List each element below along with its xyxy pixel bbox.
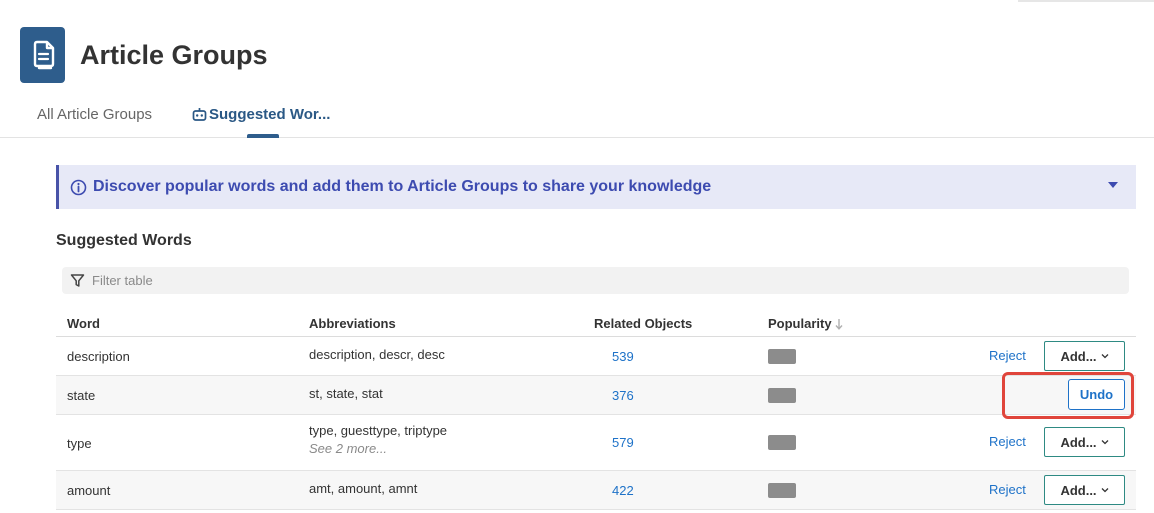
popularity-bar	[768, 388, 796, 403]
undo-button[interactable]: Undo	[1068, 379, 1125, 410]
related-objects-link[interactable]: 422	[612, 483, 634, 498]
column-header-word[interactable]: Word	[67, 316, 100, 331]
abbreviations-cell: st, state, stat	[309, 386, 383, 401]
column-header-related-objects[interactable]: Related Objects	[594, 316, 692, 331]
tab-bar: All Article Groups Suggested Wor...	[0, 96, 1154, 138]
page-title: Article Groups	[80, 39, 268, 70]
chevron-down-icon[interactable]	[1108, 182, 1118, 188]
reject-link[interactable]: Reject	[989, 434, 1026, 449]
tab-suggested-words-label: Suggested Wor...	[209, 106, 331, 123]
add-button[interactable]: Add...	[1044, 427, 1125, 457]
table-row: description description, descr, desc 539…	[56, 337, 1136, 376]
word-cell: state	[67, 388, 96, 403]
add-button[interactable]: Add...	[1044, 341, 1125, 371]
abbreviations-cell: type, guesttype, triptype	[309, 423, 448, 438]
tab-suggested-words[interactable]: Suggested Wor...	[192, 106, 330, 123]
column-header-abbreviations[interactable]: Abbreviations	[309, 316, 396, 331]
top-edge-divider	[1018, 0, 1154, 2]
table-row: type type, guesttype, triptype See 2 mor…	[56, 415, 1136, 471]
abbreviations-cell: amt, amount, amnt	[309, 481, 418, 496]
add-button[interactable]: Add...	[1044, 475, 1125, 505]
table-row: amount amt, amount, amnt 422 Reject Add.…	[56, 471, 1136, 510]
popularity-bar	[768, 349, 796, 364]
info-banner[interactable]: Discover popular words and add them to A…	[56, 165, 1136, 209]
filter-input[interactable]	[92, 273, 492, 288]
tab-all-article-groups[interactable]: All Article Groups	[37, 106, 152, 123]
related-objects-link[interactable]: 579	[612, 435, 634, 450]
popularity-bar	[768, 435, 796, 450]
page-header: Article Groups	[20, 27, 268, 83]
word-cell: amount	[67, 483, 111, 498]
robot-icon	[192, 107, 207, 122]
reject-link[interactable]: Reject	[989, 482, 1026, 497]
word-cell: type	[67, 436, 92, 451]
related-objects-link[interactable]: 376	[612, 388, 634, 403]
filter-icon	[70, 273, 85, 288]
chevron-down-icon	[1101, 439, 1109, 445]
sort-descending-icon[interactable]	[835, 318, 843, 330]
suggested-words-table: Word Abbreviations Related Objects Popul…	[56, 308, 1136, 510]
article-document-icon	[20, 27, 65, 83]
popularity-bar	[768, 483, 796, 498]
abbreviations-cell: description, descr, desc	[309, 347, 445, 362]
column-header-popularity-label: Popularity	[768, 316, 832, 331]
see-more-link[interactable]: See 2 more...	[309, 441, 387, 456]
related-objects-link[interactable]: 539	[612, 349, 634, 364]
section-title: Suggested Words	[56, 232, 192, 249]
table-row: state st, state, stat 376	[56, 376, 1136, 415]
chevron-down-icon	[1101, 353, 1109, 359]
reject-link[interactable]: Reject	[989, 348, 1026, 363]
filter-bar[interactable]	[62, 267, 1129, 294]
banner-text: Discover popular words and add them to A…	[93, 178, 712, 195]
add-button-label: Add...	[1060, 434, 1097, 450]
info-icon	[70, 179, 87, 196]
chevron-down-icon	[1101, 487, 1109, 493]
add-button-label: Add...	[1060, 348, 1097, 364]
column-header-popularity[interactable]: Popularity	[768, 316, 843, 331]
active-tab-indicator	[247, 134, 279, 138]
table-header: Word Abbreviations Related Objects Popul…	[56, 308, 1136, 337]
add-button-label: Add...	[1060, 482, 1097, 498]
word-cell: description	[67, 349, 130, 364]
